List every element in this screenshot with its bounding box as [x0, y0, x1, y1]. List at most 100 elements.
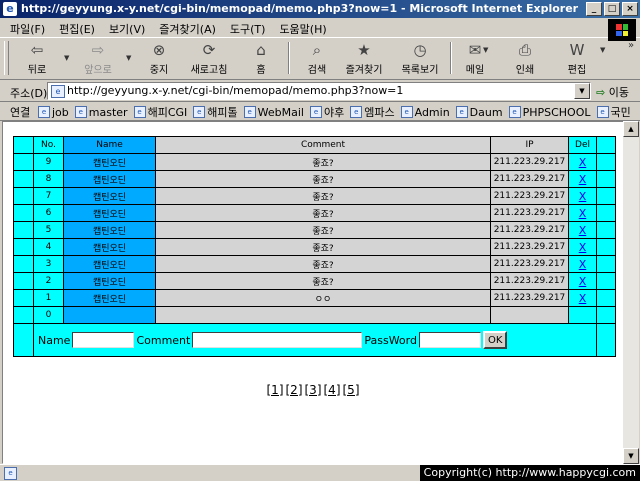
toolbar-chevron-icon[interactable]: » — [628, 40, 634, 51]
row-spacer — [13, 221, 34, 239]
history-button[interactable]: ◷ 목록보기 — [396, 40, 444, 76]
favorites-button[interactable]: ★ 즐겨찾기 — [338, 40, 390, 76]
link-page-icon: e — [400, 106, 413, 118]
menu-view[interactable]: 보기(V) — [109, 20, 145, 38]
menu-help[interactable]: 도움말(H) — [279, 20, 326, 38]
row-del-cell: X — [568, 272, 597, 290]
menu-tools[interactable]: 도구(T) — [230, 20, 266, 38]
scroll-down-icon[interactable]: ▼ — [623, 448, 639, 464]
edit-button[interactable]: W 편집 — [560, 40, 594, 76]
row-spacer — [13, 289, 34, 307]
close-button[interactable]: × — [622, 2, 638, 16]
table-row: 6 캡틴오딘 좋죠? 211.223.29.217 X — [13, 204, 616, 222]
print-button[interactable]: ⎙ 인쇄 — [508, 40, 542, 76]
go-button[interactable]: ⇨ 이동 — [596, 84, 629, 100]
link-kookmin[interactable]: e 국민 — [596, 104, 631, 120]
forward-button[interactable]: ⇨ 앞으로 — [80, 40, 116, 76]
home-button[interactable]: ⌂ 홈 — [244, 40, 278, 76]
page-link-4[interactable]: [4] — [324, 383, 341, 397]
edit-dropdown-icon[interactable]: ▼ — [600, 46, 605, 54]
memo-form: Name Comment PassWord OK — [35, 331, 596, 349]
page-link-5[interactable]: [5] — [343, 383, 360, 397]
toolbar-grip[interactable] — [4, 41, 9, 75]
address-input[interactable]: e http://geyyung.x-y.net/cgi-bin/memopad… — [47, 82, 591, 100]
link-webmail[interactable]: e WebMail — [243, 104, 304, 120]
standard-toolbar: ⇦ 뒤로 ▼ ⇨ 앞으로 ▼ ⊗ 중지 ⟳ 새로고침 ⌂ 홈 ⌕ 검색 ★ 즐겨… — [0, 38, 640, 80]
row-name: 캡틴오딘 — [63, 187, 156, 205]
history-icon: ◷ — [413, 41, 427, 59]
row-comment: 좋죠? — [155, 187, 491, 205]
menu-edit[interactable]: 편집(E) — [59, 20, 95, 38]
link-master[interactable]: e master — [74, 104, 128, 120]
go-arrow-icon: ⇨ — [596, 86, 606, 99]
link-phpschool[interactable]: e PHPSCHOOL — [508, 104, 591, 120]
row-name: 캡틴오딘 — [63, 221, 156, 239]
mail-dropdown-icon[interactable]: ▼ — [483, 46, 488, 54]
page-link-2[interactable]: [2] — [286, 383, 303, 397]
link-happycgi[interactable]: e 해피CGI — [133, 104, 187, 120]
link-admin[interactable]: e Admin — [400, 104, 450, 120]
password-input[interactable] — [418, 332, 481, 348]
back-button[interactable]: ⇦ 뒤로 — [20, 40, 54, 76]
memo-form-row: Name Comment PassWord OK — [13, 323, 616, 357]
maximize-button[interactable]: □ — [604, 2, 620, 16]
link-text: 엠파스 — [364, 106, 395, 119]
menu-favorites[interactable]: 즐겨찾기(A) — [159, 20, 216, 38]
delete-link[interactable]: X — [579, 173, 587, 186]
stop-label: 중지 — [149, 65, 169, 76]
menu-file[interactable]: 파일(F) — [10, 20, 45, 38]
stop-button[interactable]: ⊗ 중지 — [142, 40, 176, 76]
row-ip: 211.223.29.217 — [490, 272, 569, 290]
search-icon: ⌕ — [312, 41, 322, 59]
delete-link[interactable]: X — [579, 156, 587, 169]
ok-button[interactable]: OK — [482, 331, 508, 349]
links-bar: 연결 e job e master e 해피CGI e 해피톨 e WebMail e 야후… — [0, 102, 640, 121]
minimize-button[interactable]: _ — [586, 2, 602, 16]
delete-link[interactable]: X — [579, 275, 587, 288]
delete-link[interactable]: X — [579, 292, 587, 305]
link-daum[interactable]: e Daum — [455, 104, 503, 120]
refresh-button[interactable]: ⟳ 새로고침 — [186, 40, 232, 76]
print-label: 인쇄 — [515, 65, 535, 76]
delete-link[interactable]: X — [579, 207, 587, 220]
row-del-cell: X — [568, 238, 597, 256]
forward-label: 앞으로 — [84, 65, 112, 76]
row-name: 캡틴오딘 — [63, 153, 156, 171]
link-page-icon: e — [508, 106, 521, 118]
window-title-bar[interactable]: e http://geyyung.x-y.net/cgi-bin/memopad… — [0, 0, 640, 18]
row-ip: 211.223.29.217 — [490, 238, 569, 256]
link-happytool[interactable]: e 해피톨 — [193, 104, 238, 120]
link-job[interactable]: e job — [38, 104, 69, 120]
memo-table: No. Name Comment IP Del 9 캡틴오딘 좋죠? 211.223.… — [13, 136, 616, 357]
ie-logo-icon: e — [3, 2, 17, 16]
link-text: Admin — [414, 105, 450, 119]
search-label: 검색 — [307, 65, 327, 76]
link-empas[interactable]: e 엠파스 — [350, 104, 395, 120]
address-dropdown-icon[interactable]: ▼ — [574, 83, 590, 99]
vertical-scrollbar[interactable]: ▲ ▼ — [623, 121, 639, 464]
name-input[interactable] — [72, 332, 135, 348]
row-spacer — [596, 255, 616, 273]
row-ip — [490, 306, 569, 324]
address-url[interactable]: http://geyyung.x-y.net/cgi-bin/memopad/m… — [67, 84, 403, 97]
back-dropdown-icon[interactable]: ▼ — [64, 54, 69, 62]
memo-form-cell: Name Comment PassWord OK — [33, 323, 597, 357]
table-row: 7 캡틴오딘 좋죠? 211.223.29.217 X — [13, 187, 616, 205]
forward-dropdown-icon[interactable]: ▼ — [126, 54, 131, 62]
search-button[interactable]: ⌕ 검색 — [300, 40, 334, 76]
page-link-1[interactable]: [1] — [267, 383, 284, 397]
mail-label: 메일 — [465, 65, 485, 76]
link-text: 해피톨 — [207, 106, 238, 119]
delete-link[interactable]: X — [579, 224, 587, 237]
row-spacer — [13, 306, 34, 324]
link-text: job — [52, 105, 69, 119]
delete-link[interactable]: X — [579, 241, 587, 254]
header-spacer-right — [596, 136, 616, 154]
delete-link[interactable]: X — [579, 190, 587, 203]
delete-link[interactable]: X — [579, 258, 587, 271]
scroll-up-icon[interactable]: ▲ — [623, 121, 639, 137]
page-link-3[interactable]: [3] — [305, 383, 322, 397]
comment-input[interactable] — [192, 332, 363, 348]
header-comment: Comment — [155, 136, 491, 154]
link-yahoo[interactable]: e 야후 — [309, 104, 344, 120]
